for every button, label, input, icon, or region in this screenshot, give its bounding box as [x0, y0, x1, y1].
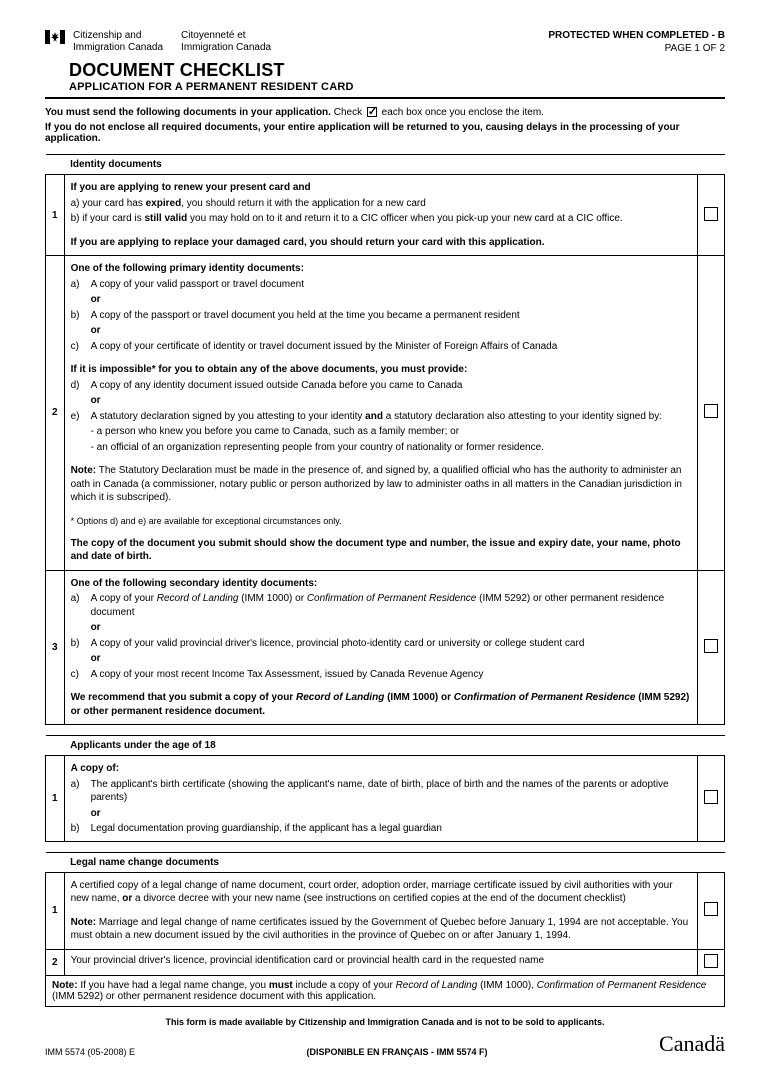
footer-row: IMM 5574 (05-2008) E (DISPONIBLE EN FRAN… [45, 1031, 725, 1057]
item-content: A certified copy of a legal change of na… [64, 872, 697, 949]
item-number: 2 [46, 256, 65, 571]
checkbox-identity-2[interactable] [704, 404, 718, 418]
checkmark-icon [367, 107, 377, 117]
page-number: PAGE 1 OF 2 [548, 43, 725, 54]
dept-fr-line1: Citoyenneté et [181, 30, 271, 42]
department-names: Citizenship and Immigration Canada Citoy… [73, 30, 271, 54]
checkbox-identity-1[interactable] [704, 207, 718, 221]
title-block: DOCUMENT CHECKLIST APPLICATION FOR A PER… [69, 60, 725, 93]
header-right: PROTECTED WHEN COMPLETED - B PAGE 1 OF 2 [548, 30, 725, 54]
dept-en-line2: Immigration Canada [73, 42, 163, 54]
header: Citizenship and Immigration Canada Citoy… [45, 30, 725, 54]
instruction-line-2: If you do not enclose all required docum… [45, 122, 725, 144]
section-title-identity: Identity documents [64, 155, 724, 175]
instruction-bold: You must send the following documents in… [45, 107, 331, 118]
under18-item-1: 1 A copy of: a)The applicant's birth cer… [46, 756, 725, 842]
item-number: 2 [46, 949, 65, 975]
checkbox-legal-2[interactable] [704, 954, 718, 968]
legal-item-2: 2 Your provincial driver's licence, prov… [46, 949, 725, 975]
identity-item-1: 1 If you are applying to renew your pres… [46, 175, 725, 256]
dept-en-line1: Citizenship and [73, 30, 163, 42]
item-content: Your provincial driver's licence, provin… [64, 949, 697, 975]
instruction-line-1: You must send the following documents in… [45, 107, 725, 118]
item-content: If you are applying to renew your presen… [64, 175, 697, 256]
section-legal: Legal name change documents 1 A certifie… [45, 852, 725, 976]
header-left: Citizenship and Immigration Canada Citoy… [45, 30, 271, 54]
form-number: IMM 5574 (05-2008) E [45, 1047, 135, 1057]
item-number: 1 [46, 872, 65, 949]
item-number: 1 [46, 756, 65, 842]
section-identity: Identity documents 1 If you are applying… [45, 154, 725, 725]
footer-line-1: This form is made available by Citizensh… [45, 1017, 725, 1027]
footer-line-2: (DISPONIBLE EN FRANÇAIS - IMM 5574 F) [307, 1047, 488, 1057]
legal-bottom-note: Note: If you have had a legal name chang… [45, 976, 725, 1007]
canada-flag-icon [45, 30, 65, 44]
title-divider [45, 97, 725, 99]
document-title: DOCUMENT CHECKLIST [69, 60, 725, 81]
identity-item-2: 2 One of the following primary identity … [46, 256, 725, 571]
item-content: A copy of: a)The applicant's birth certi… [64, 756, 697, 842]
section-title-legal: Legal name change documents [64, 852, 724, 872]
item-number: 1 [46, 175, 65, 256]
checkbox-under18-1[interactable] [704, 790, 718, 804]
canada-wordmark: Canadä [659, 1031, 725, 1057]
checkbox-identity-3[interactable] [704, 639, 718, 653]
item-content: One of the following primary identity do… [64, 256, 697, 571]
dept-fr-line2: Immigration Canada [181, 42, 271, 54]
protected-label: PROTECTED WHEN COMPLETED - B [548, 30, 725, 41]
checkbox-legal-1[interactable] [704, 902, 718, 916]
legal-item-1: 1 A certified copy of a legal change of … [46, 872, 725, 949]
section-under18: Applicants under the age of 18 1 A copy … [45, 735, 725, 842]
identity-item-3: 3 One of the following secondary identit… [46, 570, 725, 725]
document-subtitle: APPLICATION FOR A PERMANENT RESIDENT CAR… [69, 81, 725, 93]
item-content: One of the following secondary identity … [64, 570, 697, 725]
section-title-under18: Applicants under the age of 18 [64, 736, 724, 756]
item-number: 3 [46, 570, 65, 725]
